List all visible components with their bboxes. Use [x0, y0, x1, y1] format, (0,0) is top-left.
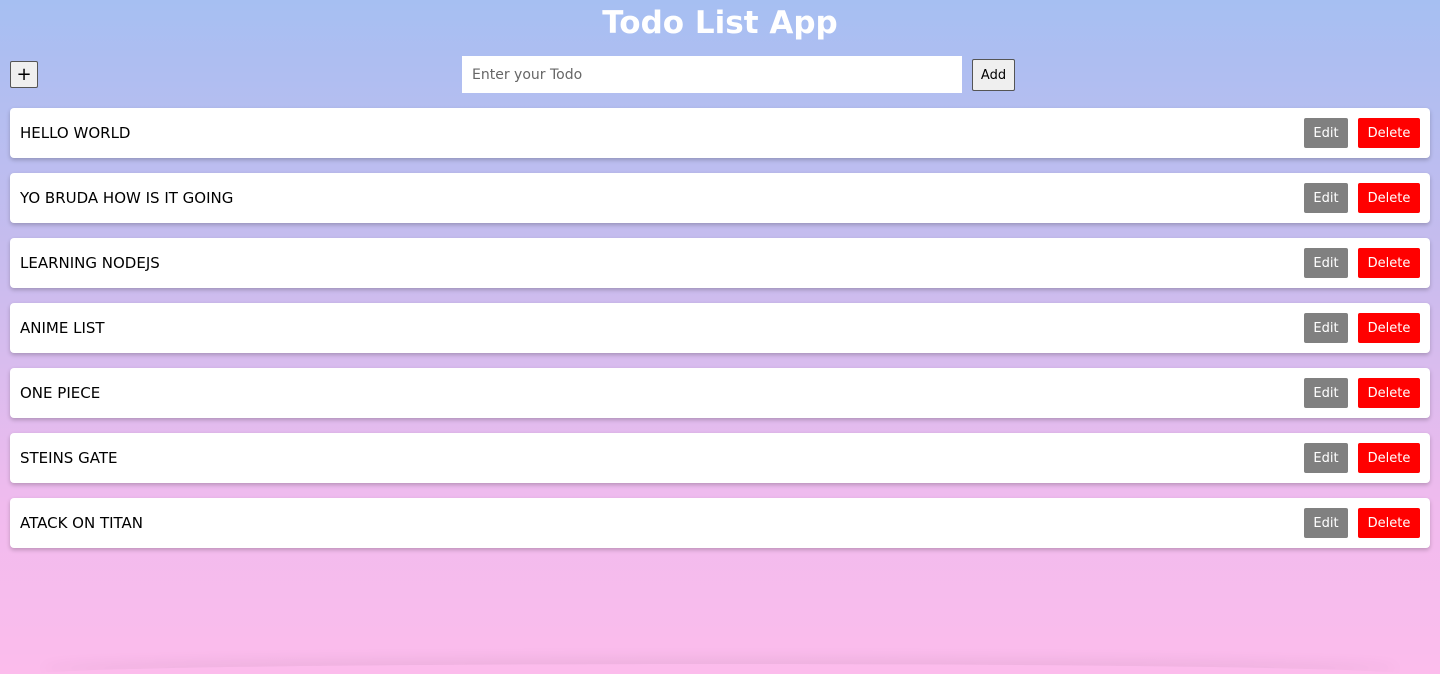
todo-item: HELLO WORLD Edit Delete [10, 108, 1430, 158]
edit-button[interactable]: Edit [1304, 118, 1348, 148]
expand-button[interactable]: + [10, 61, 38, 88]
add-todo-button[interactable]: Add [972, 59, 1015, 91]
todo-text: STEINS GATE [20, 449, 118, 467]
delete-button[interactable]: Delete [1358, 378, 1420, 408]
delete-button[interactable]: Delete [1358, 248, 1420, 278]
edit-button[interactable]: Edit [1304, 378, 1348, 408]
delete-button[interactable]: Delete [1358, 313, 1420, 343]
todo-item: STEINS GATE Edit Delete [10, 433, 1430, 483]
todo-item: LEARNING NODEJS Edit Delete [10, 238, 1430, 288]
edit-button[interactable]: Edit [1304, 313, 1348, 343]
todo-text: YO BRUDA HOW IS IT GOING [20, 189, 234, 207]
edit-button[interactable]: Edit [1304, 508, 1348, 538]
todo-list: HELLO WORLD Edit Delete YO BRUDA HOW IS … [10, 108, 1430, 563]
edit-button[interactable]: Edit [1304, 248, 1348, 278]
todo-item: YO BRUDA HOW IS IT GOING Edit Delete [10, 173, 1430, 223]
page-title: Todo List App [602, 5, 838, 41]
todo-item: ANIME LIST Edit Delete [10, 303, 1430, 353]
todo-item: ONE PIECE Edit Delete [10, 368, 1430, 418]
delete-button[interactable]: Delete [1358, 183, 1420, 213]
todo-text: ONE PIECE [20, 384, 101, 402]
edit-button[interactable]: Edit [1304, 443, 1348, 473]
todo-text: LEARNING NODEJS [20, 254, 160, 272]
todo-text: ANIME LIST [20, 319, 105, 337]
delete-button[interactable]: Delete [1358, 118, 1420, 148]
todo-text: ATACK ON TITAN [20, 514, 144, 532]
todo-input[interactable] [462, 56, 962, 93]
todo-text: HELLO WORLD [20, 124, 131, 142]
edit-button[interactable]: Edit [1304, 183, 1348, 213]
bottom-shadow [40, 664, 1400, 674]
delete-button[interactable]: Delete [1358, 508, 1420, 538]
todo-item: ATACK ON TITAN Edit Delete [10, 498, 1430, 548]
delete-button[interactable]: Delete [1358, 443, 1420, 473]
